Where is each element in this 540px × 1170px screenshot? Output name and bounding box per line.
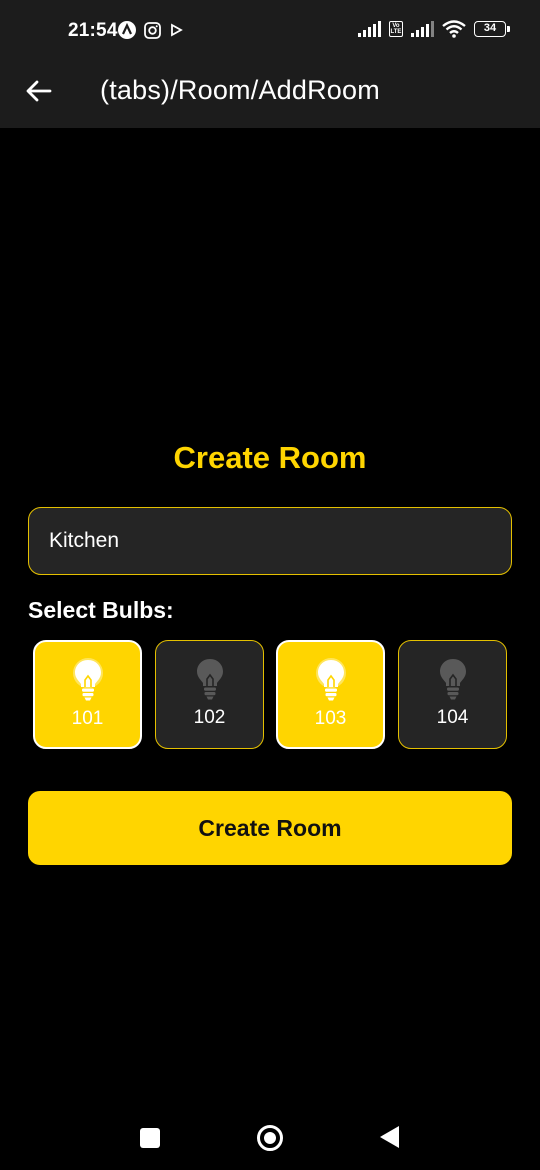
system-nav-bar	[0, 1110, 540, 1170]
app-header: (tabs)/Room/AddRoom	[0, 58, 540, 128]
status-right-icons: Vo LTE 34	[358, 20, 510, 38]
instagram-icon	[144, 21, 161, 39]
signal-icon	[358, 21, 381, 37]
room-name-input[interactable]	[28, 507, 512, 575]
bulb-label: 102	[193, 707, 226, 728]
status-bar: 21:54 Vo LTE 34	[0, 0, 540, 58]
lightbulb-off-icon	[439, 659, 466, 700]
lightbulb-on-icon	[315, 658, 346, 701]
header-title: (tabs)/Room/AddRoom	[100, 75, 380, 105]
bulb-label: 103	[314, 708, 347, 729]
back-button[interactable]	[22, 74, 56, 108]
bulb-grid: 101 102 103 104	[33, 640, 507, 749]
wifi-icon	[442, 20, 466, 38]
recents-icon[interactable]	[140, 1128, 160, 1148]
page-title: Create Room	[173, 440, 367, 475]
status-time: 21:54	[68, 20, 118, 41]
volte-icon: Vo LTE	[389, 21, 403, 37]
back-icon[interactable]	[380, 1126, 399, 1148]
select-bulbs-label: Select Bulbs:	[28, 597, 174, 623]
battery-icon: 34	[474, 21, 510, 37]
create-room-button[interactable]: Create Room	[28, 791, 512, 865]
play-icon	[171, 23, 183, 37]
signal-icon	[411, 21, 434, 37]
arrow-left-icon	[26, 80, 52, 102]
lightbulb-off-icon	[196, 659, 223, 700]
bulb-card-101[interactable]: 101	[33, 640, 142, 749]
bulb-card-103[interactable]: 103	[276, 640, 385, 749]
bulb-label: 104	[436, 707, 469, 728]
bulb-label: 101	[71, 708, 104, 729]
home-icon[interactable]	[257, 1125, 283, 1151]
bulb-card-102[interactable]: 102	[155, 640, 264, 749]
bulb-card-104[interactable]: 104	[398, 640, 507, 749]
lightbulb-on-icon	[72, 658, 103, 701]
status-left-icons	[118, 21, 183, 39]
app-a-icon	[118, 21, 136, 39]
